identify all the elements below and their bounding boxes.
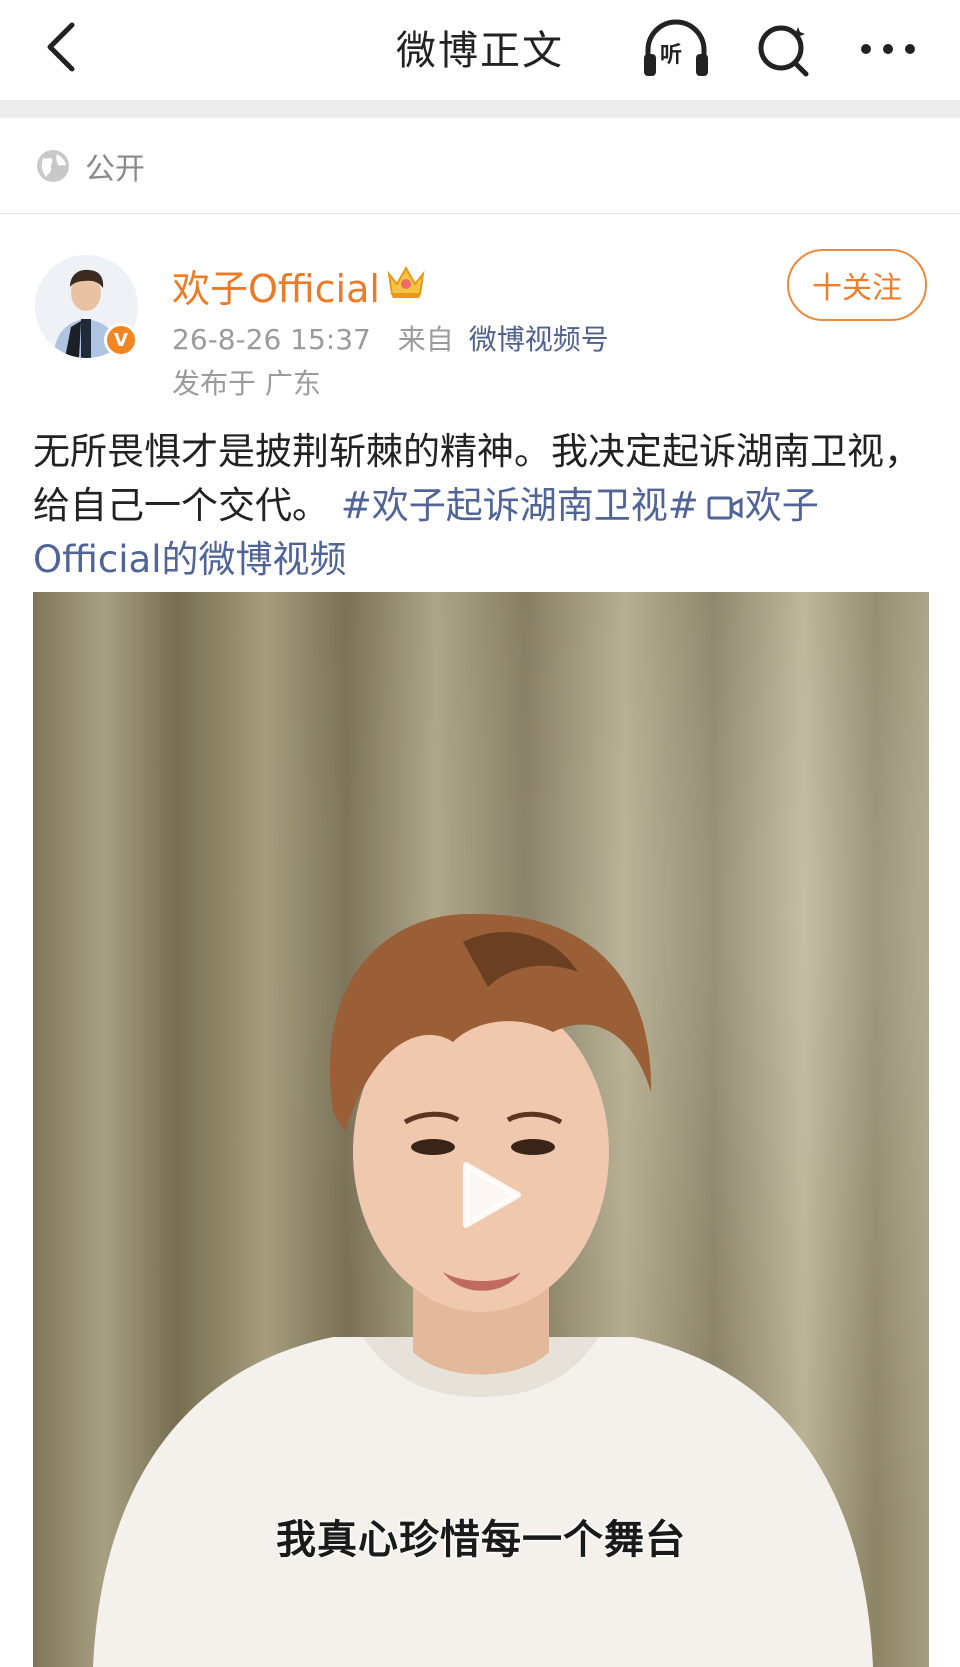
- post-location: 发布于 广东: [172, 367, 321, 400]
- post-meta: 26-8-26 15:37 来自 微博视频号: [172, 318, 609, 358]
- video-camera-icon: [707, 496, 743, 520]
- post-time: 26-8-26 15:37: [172, 323, 371, 356]
- hashtag-link[interactable]: #欢子起诉湖南卫视#: [341, 484, 699, 527]
- source-prefix: 来自: [397, 323, 454, 356]
- video-player[interactable]: 我真心珍惜每一个舞台: [33, 592, 929, 1667]
- source-link[interactable]: 微博视频号: [469, 323, 609, 356]
- more-icon: [861, 44, 915, 54]
- visibility-row: 公开: [0, 118, 960, 214]
- video-frame: [33, 592, 929, 1667]
- visibility-label: 公开: [85, 151, 145, 187]
- crown-icon[interactable]: [385, 260, 427, 300]
- section-divider: [0, 100, 960, 118]
- top-nav: 微博正文 听: [0, 0, 960, 100]
- more-button[interactable]: [852, 14, 924, 84]
- globe-icon: [37, 149, 69, 182]
- username[interactable]: 欢子Official: [172, 258, 380, 313]
- verified-icon: V: [104, 323, 138, 357]
- search-icon: [758, 25, 809, 77]
- search-button[interactable]: [748, 14, 820, 84]
- listen-button[interactable]: 听: [640, 14, 712, 84]
- video-subtitle: 我真心珍惜每一个舞台: [276, 1517, 686, 1563]
- follow-button[interactable]: 十关注: [787, 249, 927, 321]
- listen-label: 听: [660, 43, 683, 68]
- play-icon[interactable]: [448, 1155, 528, 1235]
- post-body: 无所畏惧才是披荆斩棘的精神。我决定起诉湖南卫视，给自己一个交代。 #欢子起诉湖南…: [33, 425, 933, 587]
